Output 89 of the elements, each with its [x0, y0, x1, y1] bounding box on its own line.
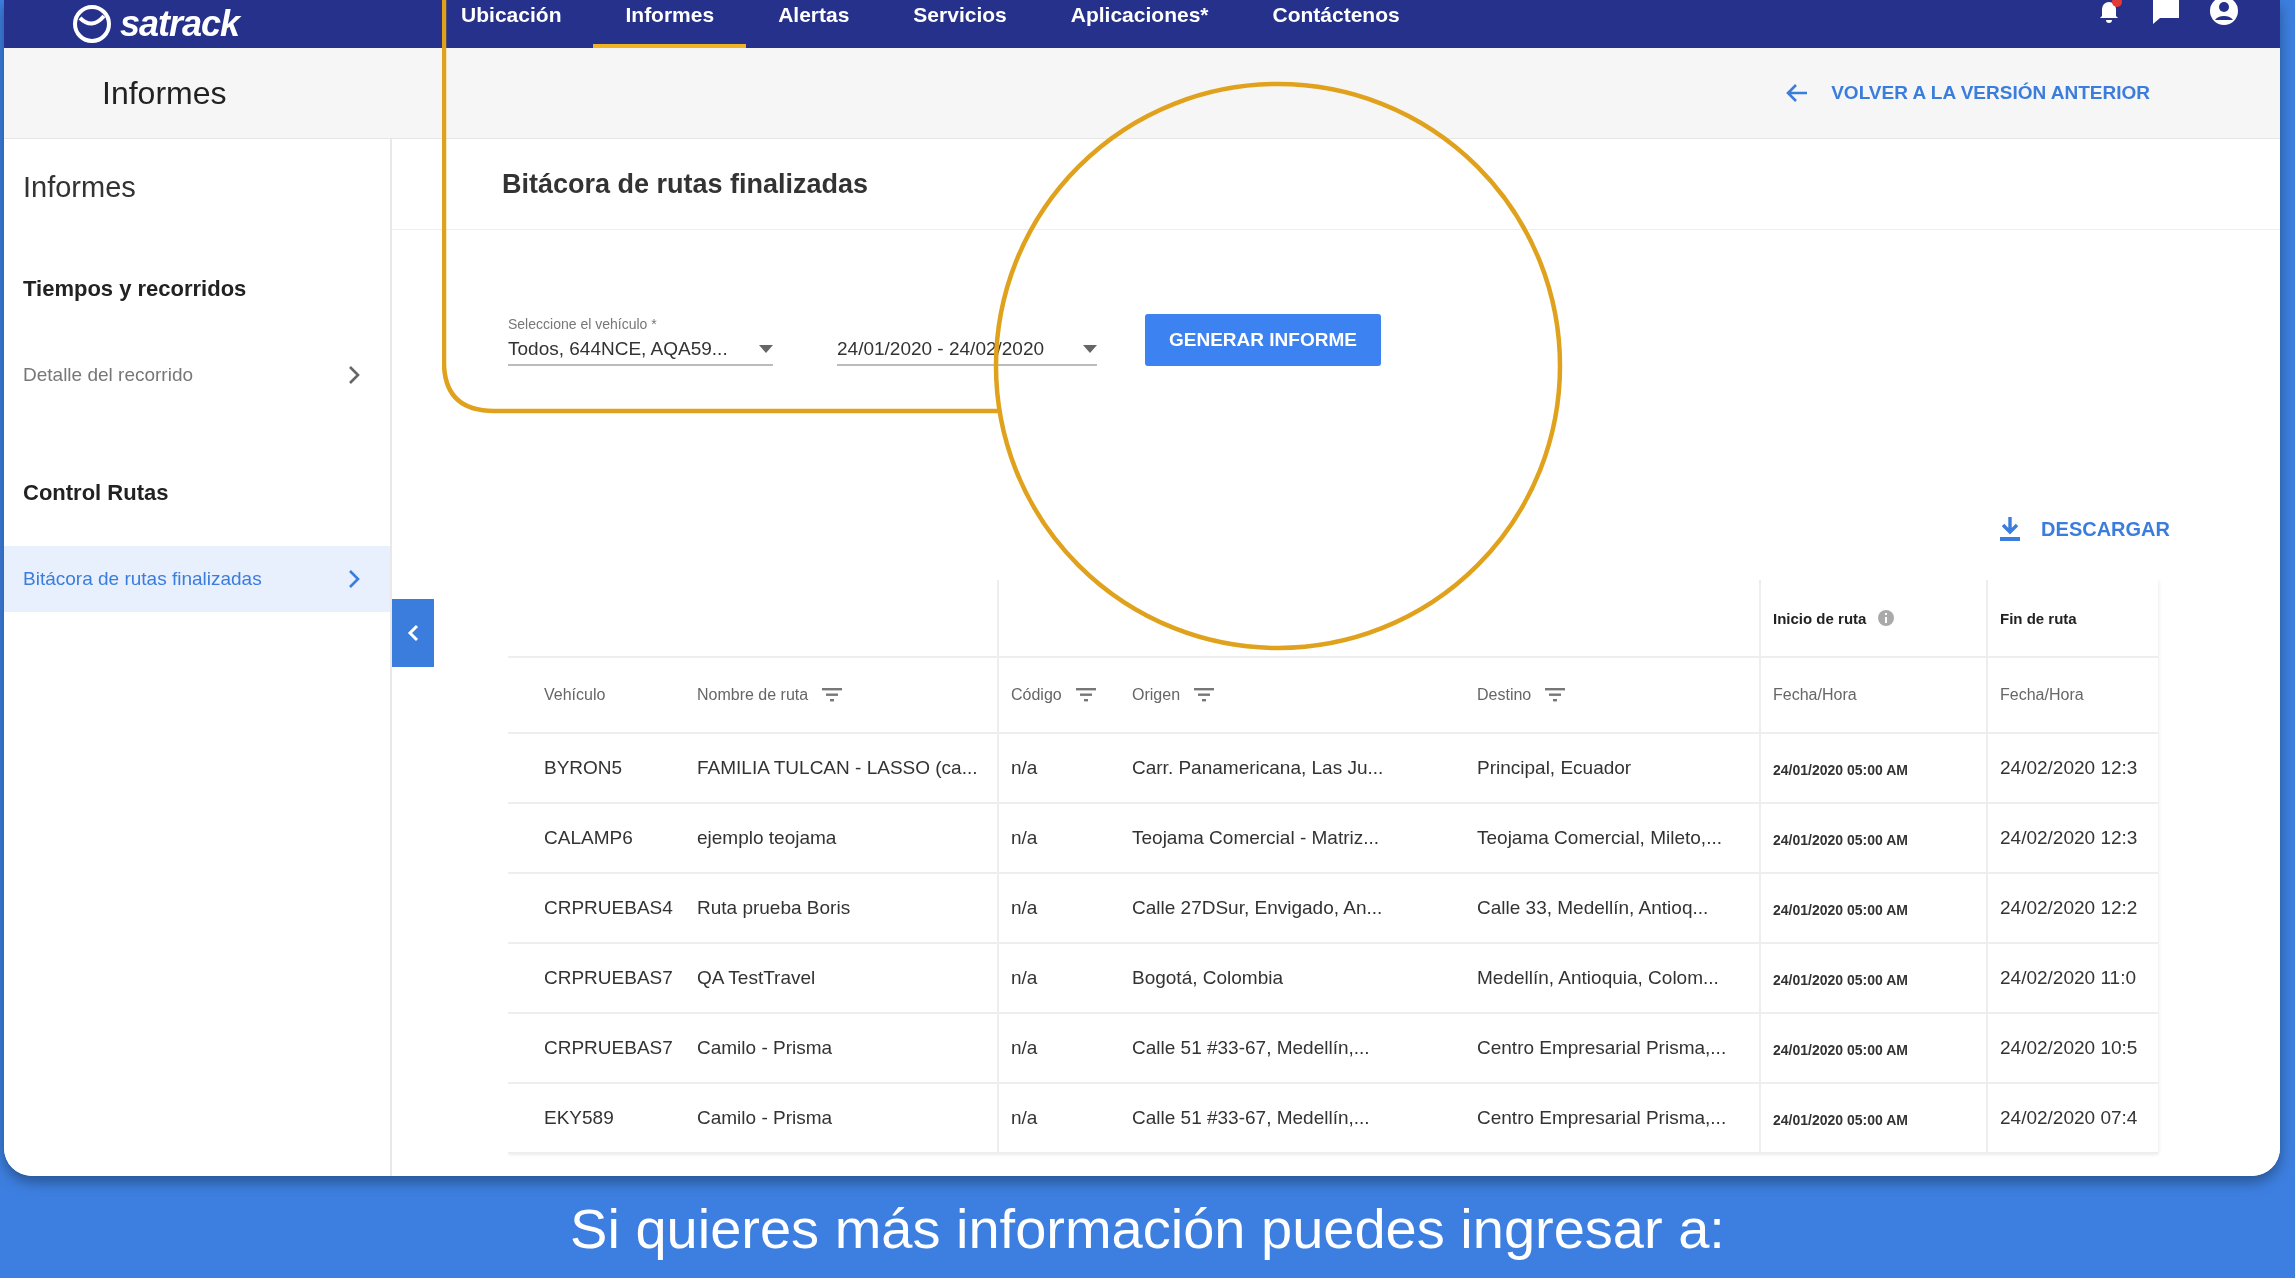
section-heading: Tiempos y recorridos: [23, 276, 247, 302]
table-cell: FAMILIA TULCAN - LASSO (ca...: [687, 733, 998, 803]
table-cell: Medellín, Antioquia, Colom...: [1467, 943, 1761, 1013]
table-cell: CALAMP6: [508, 803, 687, 873]
section-heading: Control Rutas: [23, 480, 169, 506]
column-header: Fecha/Hora: [1773, 686, 1857, 704]
column-header: Nombre de ruta: [697, 686, 809, 704]
sidebar-item[interactable]: Bitácora de rutas finalizadas: [4, 546, 390, 612]
table-cell: Bogotá, Colombia: [1122, 943, 1467, 1013]
column-header: Origen: [1132, 686, 1181, 704]
info-icon[interactable]: [1878, 610, 1895, 626]
table-cell: 24/01/2020 05:00 AM: [1760, 803, 1988, 873]
table-cell: 24/01/2020 05:00 AM: [1760, 873, 1988, 943]
nav-tab[interactable]: Aplicaciones*: [1038, 0, 1241, 48]
table-cell: CRPRUEBAS7: [508, 1013, 687, 1083]
table-cell: 24/01/2020 05:00 AM: [1760, 943, 1988, 1013]
table-cell: Principal, Ecuador: [1467, 733, 1761, 803]
table-cell: Calle 51 #33-67, Medellín,...: [1122, 1013, 1467, 1083]
select-value: Todos, 644NCE, AQA59...: [508, 338, 728, 360]
table-cell: Calle 27DSur, Envigado, An...: [1122, 873, 1467, 943]
table-cell: CRPRUEBAS4: [508, 873, 687, 943]
arrow-left-icon: [1785, 82, 1810, 104]
table-cell: Calle 33, Medellín, Antioq...: [1467, 873, 1761, 943]
nav-tab[interactable]: Servicios: [881, 0, 1039, 48]
filter-icon[interactable]: [1194, 688, 1215, 702]
download-button[interactable]: DESCARGAR: [1999, 516, 2170, 542]
globe-icon: [72, 4, 112, 44]
nav-tab[interactable]: Ubicación: [429, 0, 594, 48]
sidebar-item[interactable]: Detalle del recorrido: [4, 342, 390, 408]
chevron-left-icon: [407, 624, 419, 642]
table-cell: BYRON5: [508, 733, 687, 803]
table-cell: Teojama Comercial, Mileto,...: [1467, 803, 1761, 873]
table-cell: Centro Empresarial Prisma,...: [1467, 1083, 1761, 1153]
table-cell: n/a: [998, 943, 1122, 1013]
download-icon: [1999, 516, 2022, 542]
table-cell: n/a: [998, 733, 1122, 803]
filter-icon[interactable]: [822, 688, 843, 702]
table-cell: 24/02/2020 07:4: [1987, 1083, 2159, 1153]
table-cell: n/a: [998, 803, 1122, 873]
dropdown-caret-icon: [759, 345, 773, 353]
table-cell: n/a: [998, 873, 1122, 943]
filter-icon[interactable]: [1545, 688, 1566, 702]
table-cell: Camilo - Prisma: [687, 1013, 998, 1083]
table-cell: CRPRUEBAS7: [508, 943, 687, 1013]
table-cell: 24/02/2020 12:3: [1987, 803, 2159, 873]
sidebar-title: Informes: [23, 171, 136, 204]
dropdown-caret-icon: [1083, 345, 1097, 353]
sidebar-item-label: Bitácora de rutas finalizadas: [23, 568, 262, 590]
table-cell: 24/02/2020 10:5: [1987, 1013, 2159, 1083]
chevron-right-icon: [348, 569, 360, 589]
table-cell: Calle 51 #33-67, Medellín,...: [1122, 1083, 1467, 1153]
table-cell: Carr. Panamericana, Las Ju...: [1122, 733, 1467, 803]
table-cell: 24/02/2020 11:0: [1987, 943, 2159, 1013]
back-link[interactable]: VOLVER A LA VERSIÓN ANTERIOR: [1785, 82, 2150, 104]
column-header: Código: [1011, 686, 1062, 704]
table-cell: Camilo - Prisma: [687, 1083, 998, 1153]
column-header: Destino: [1477, 686, 1532, 704]
table-cell: EKY589: [508, 1083, 687, 1153]
chevron-right-icon: [348, 365, 360, 385]
column-header: Vehículo: [544, 686, 606, 704]
table-cell: ejemplo teojama: [687, 803, 998, 873]
nav-tab[interactable]: Alertas: [746, 0, 882, 48]
vehicle-select[interactable]: Seleccione el vehículo * Todos, 644NCE, AQA59...: [508, 316, 773, 366]
table-cell: n/a: [998, 1013, 1122, 1083]
page-title: Informes: [102, 74, 227, 112]
table-cell: n/a: [998, 1083, 1122, 1153]
chat-icon[interactable]: [2150, 0, 2182, 26]
account-icon[interactable]: [2208, 0, 2240, 26]
collapse-button[interactable]: [392, 599, 434, 667]
logo-text: satrack: [120, 6, 240, 42]
table-cell: QA TestTravel: [687, 943, 998, 1013]
table-cell: Ruta prueba Boris: [687, 873, 998, 943]
sidebar-item-label: Detalle del recorrido: [23, 364, 194, 386]
caption-text: Si quieres más información puedes ingresar a:: [570, 1198, 1725, 1260]
column-group-header: Fin de ruta: [2000, 609, 2077, 627]
table-cell: Centro Empresarial Prisma,...: [1467, 1013, 1761, 1083]
nav-tab[interactable]: Contáctenos: [1240, 0, 1432, 48]
select-label: Seleccione el vehículo *: [508, 316, 658, 332]
table-cell: 24/02/2020 12:3: [1987, 733, 2159, 803]
filter-icon[interactable]: [1075, 688, 1096, 702]
table-cell: 24/01/2020 05:00 AM: [1760, 733, 1988, 803]
table-cell: Teojama Comercial - Matriz...: [1122, 803, 1467, 873]
column-header: Fecha/Hora: [2000, 686, 2084, 704]
table-cell: 24/01/2020 05:00 AM: [1760, 1083, 1988, 1153]
table-cell: 24/02/2020 12:2: [1987, 873, 2159, 943]
column-group-header: Inicio de ruta: [1773, 609, 1867, 627]
report-title: Bitácora de rutas finalizadas: [502, 168, 869, 200]
table-cell: 24/01/2020 05:00 AM: [1760, 1013, 1988, 1083]
generate-report-button[interactable]: GENERAR INFORME: [1145, 314, 1381, 366]
